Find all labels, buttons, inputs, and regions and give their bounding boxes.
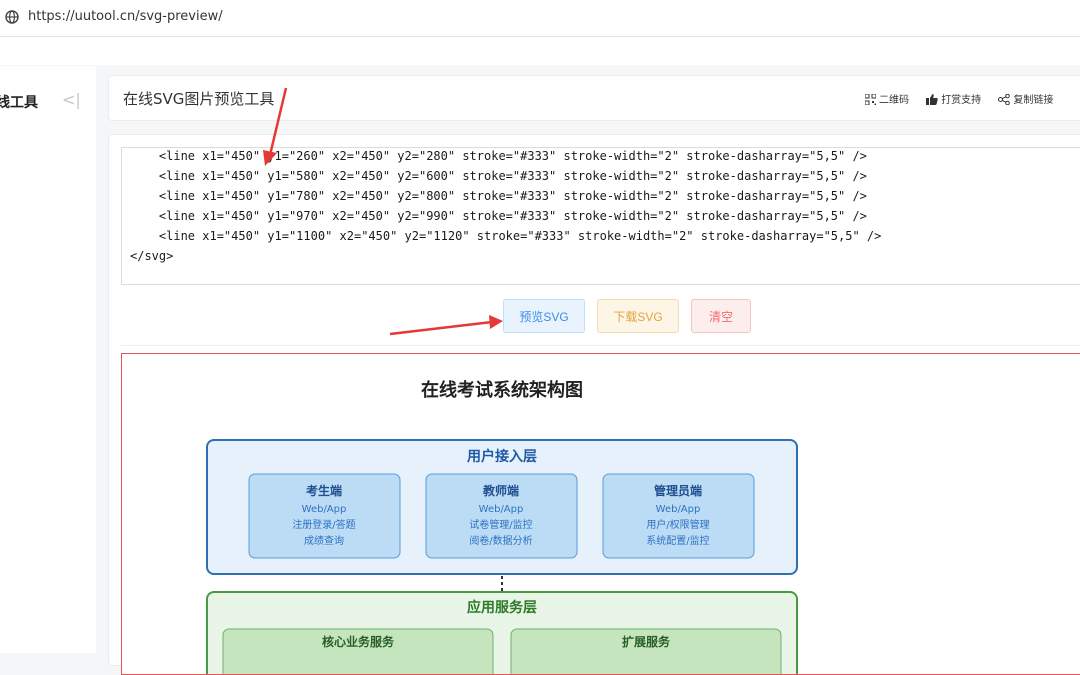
svg-preview-area: 在线考试系统架构图 用户接入层 考生端 Web/App 注册登录/答题 成绩查询… — [121, 353, 1080, 675]
code-line: </svg> — [130, 249, 174, 263]
code-line: <line x1="450" y1="260" x2="450" y2="280… — [130, 149, 867, 163]
tip-label: 打赏支持 — [941, 95, 982, 106]
diagram-title: 在线考试系统架构图 — [421, 379, 583, 401]
layer-title: 应用服务层 — [467, 599, 537, 616]
site-info-icon[interactable] — [5, 10, 19, 24]
main-card: <line x1="450" y1="260" x2="450" y2="280… — [108, 134, 1080, 675]
copy-link-button[interactable]: 复制链接 — [998, 91, 1053, 106]
code-line: <line x1="450" y1="1100" x2="450" y2="11… — [130, 229, 882, 243]
thumbs-up-icon — [926, 94, 938, 105]
box-title: 管理员端 — [654, 483, 702, 498]
box-line: 阅卷/数据分析 — [469, 534, 532, 547]
header-actions: 二维码 打赏支持 复制链接 — [864, 91, 1067, 106]
qrcode-button[interactable]: 二维码 — [864, 91, 909, 106]
box-title: 考生端 — [306, 483, 342, 498]
box-title: 核心业务服务 — [322, 634, 395, 649]
copy-link-label: 复制链接 — [1013, 95, 1054, 106]
qrcode-label: 二维码 — [879, 95, 909, 106]
divider — [121, 345, 1080, 346]
code-line: <line x1="450" y1="970" x2="450" y2="990… — [130, 209, 867, 223]
url-text[interactable]: https://uutool.cn/svg-preview/ — [28, 9, 223, 24]
sidebar-title: 线工具 — [0, 95, 38, 111]
download-svg-button[interactable]: 下载SVG — [597, 299, 679, 333]
page-title: 在线SVG图片预览工具 — [123, 90, 275, 108]
svg-code-editor[interactable]: <line x1="450" y1="260" x2="450" y2="280… — [121, 147, 1080, 285]
box-line: Web/App — [302, 504, 347, 515]
qrcode-icon — [864, 93, 877, 106]
architecture-diagram: 在线考试系统架构图 用户接入层 考生端 Web/App 注册登录/答题 成绩查询… — [206, 379, 798, 674]
address-bar[interactable]: https://uutool.cn/svg-preview/ — [0, 0, 1080, 37]
box-line: 用户/权限管理 — [646, 518, 709, 531]
preview-svg-button[interactable]: 预览SVG — [503, 299, 585, 333]
box-line: 试卷管理/监控 — [469, 518, 532, 531]
box-line: 成绩查询 — [304, 534, 344, 547]
top-strip — [0, 37, 1080, 65]
share-icon — [998, 93, 1011, 106]
box-line: Web/App — [656, 504, 701, 515]
title-card: 在线SVG图片预览工具 二维码 打赏支持 复制链接 — [108, 75, 1080, 121]
clear-button[interactable]: 清空 — [691, 299, 751, 333]
code-line: <line x1="450" y1="780" x2="450" y2="800… — [130, 189, 867, 203]
box-title: 扩展服务 — [622, 634, 671, 649]
box-line: 注册登录/答题 — [292, 518, 355, 531]
code-line: <line x1="450" y1="580" x2="450" y2="600… — [130, 169, 867, 183]
box-line: Web/App — [479, 504, 524, 515]
box-line: 系统配置/监控 — [646, 534, 709, 547]
collapse-sidebar-icon[interactable]: <| — [62, 90, 81, 109]
layer-title: 用户接入层 — [467, 448, 537, 465]
box-title: 教师端 — [482, 483, 519, 498]
tip-button[interactable]: 打赏支持 — [926, 91, 981, 106]
sidebar: 线工具 <| — [0, 66, 96, 653]
